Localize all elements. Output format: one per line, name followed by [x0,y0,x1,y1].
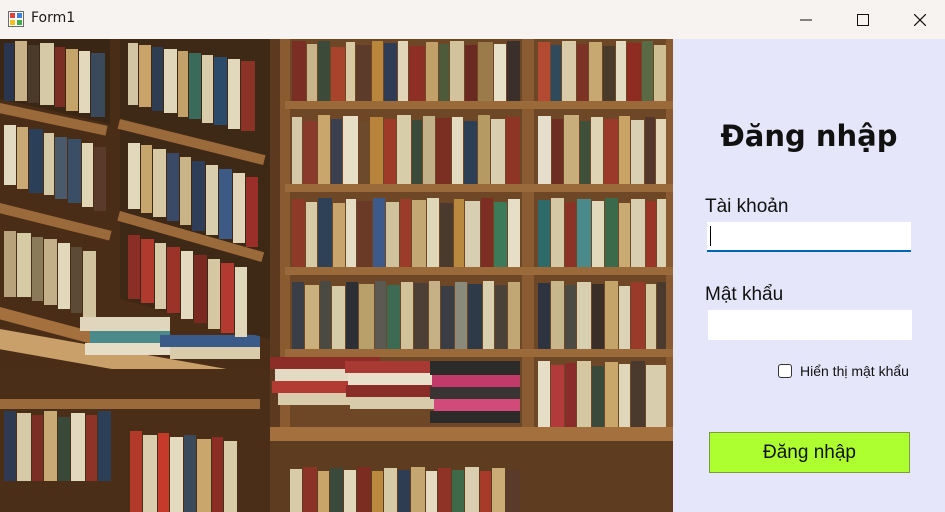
bookshelves-illustration [0,39,673,512]
checkbox-icon[interactable] [778,364,792,378]
window-title: Form1 [31,10,76,26]
username-input[interactable] [707,222,911,252]
show-password-label: Hiển thị mật khẩu [800,363,909,379]
login-button[interactable]: Đăng nhập [709,432,910,473]
library-image [0,39,673,512]
login-panel: Đăng nhập Tài khoản Mật khẩu Hiển thị mậ… [673,39,945,512]
login-heading: Đăng nhập [720,119,898,153]
minimize-button[interactable] [777,0,835,39]
close-button[interactable] [891,0,945,39]
text-caret [710,226,711,246]
title-bar: Form1 [0,0,945,39]
maximize-button[interactable] [834,0,892,39]
show-password-checkbox[interactable]: Hiển thị mật khẩu [778,363,909,379]
minimize-icon [800,19,812,20]
close-icon [914,13,926,26]
username-label: Tài khoản [705,196,789,217]
maximize-icon [857,13,869,26]
password-input[interactable] [708,310,912,340]
app-icon [8,11,24,27]
password-label: Mật khẩu [705,284,784,305]
